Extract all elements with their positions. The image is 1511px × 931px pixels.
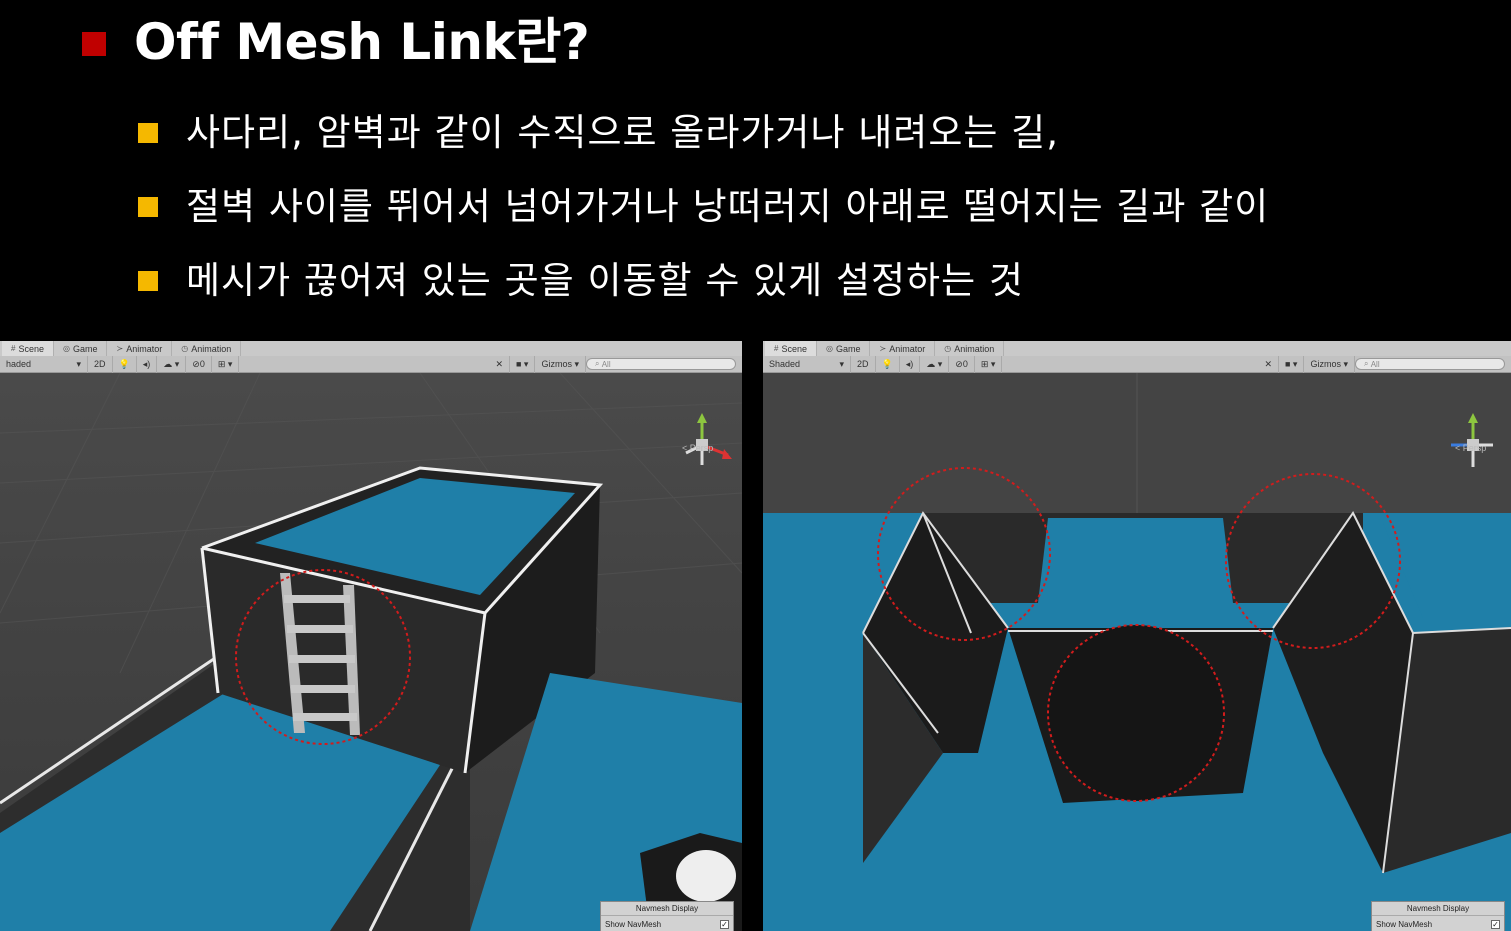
scene-search-input[interactable]: ⌕ All: [1355, 358, 1505, 370]
camera-settings-icon[interactable]: ■ ▾: [510, 355, 536, 373]
hidden-objects-toggle[interactable]: ⊘ 0: [186, 355, 212, 373]
show-navmesh-label: Show NavMesh: [1376, 919, 1433, 929]
gizmos-dropdown[interactable]: Gizmos ▾: [535, 355, 586, 373]
persp-label[interactable]: < Persp: [1455, 443, 1486, 453]
bullet-text: 절벽 사이를 뛰어서 넘어가거나 낭떠러지 아래로 떨어지는 길과 같이: [186, 185, 1270, 228]
title-bullet-square: [82, 32, 106, 56]
show-navmesh-row[interactable]: Show NavMesh ✓: [1372, 916, 1504, 931]
dropdown-arrow-icon: ▾: [839, 358, 844, 369]
effects-toggle-icon[interactable]: ☁ ▾: [920, 355, 950, 373]
show-navmesh-checkbox[interactable]: ✓: [720, 919, 729, 929]
shading-mode-dropdown[interactable]: Shaded ▾: [763, 355, 851, 373]
eye-slash-icon: ⊘: [192, 358, 200, 369]
eye-slash-icon: ⊘: [955, 358, 963, 369]
audio-toggle-icon[interactable]: ◂): [900, 355, 921, 373]
navmesh-display-panel: Navmesh Display Show NavMesh ✓: [1371, 901, 1505, 931]
bullet-item: 메시가 끊어져 있는 곳을 이동할 수 있게 설정하는 것: [138, 240, 1269, 314]
navmesh-panel-title: Navmesh Display: [1372, 902, 1504, 916]
tab-game[interactable]: ◎ Game: [54, 341, 108, 356]
search-icon: ⌕: [595, 359, 602, 368]
player-capsule: [676, 850, 736, 902]
navmesh-display-panel: Navmesh Display Show NavMesh ✓: [600, 901, 734, 931]
scene-icon: #: [774, 344, 779, 353]
scene-icon: #: [11, 344, 16, 353]
animator-icon: ≻: [116, 344, 124, 353]
bullet-square: [138, 123, 158, 143]
bullet-list: 사다리, 암벽과 같이 수직으로 올라가거나 내려오는 길, 절벽 사이를 뛰어…: [138, 92, 1269, 314]
animation-icon: ◷: [944, 344, 952, 353]
right-scene-view: # Scene ◎ Game ≻ Animator ◷ Animation Shaded…: [763, 341, 1511, 931]
bullet-text: 메시가 끊어져 있는 곳을 이동할 수 있게 설정하는 것: [186, 259, 1024, 302]
tab-animator[interactable]: ≻ Animator: [870, 341, 936, 356]
tab-scene[interactable]: # Scene: [765, 341, 817, 356]
show-navmesh-label: Show NavMesh: [605, 919, 662, 929]
highlight-circle: [1047, 624, 1225, 802]
hidden-objects-toggle[interactable]: ⊘ 0: [949, 355, 975, 373]
left-scene-view: # Scene ◎ Game ≻ Animator ◷ Animation haded ▾…: [0, 341, 742, 931]
persp-label[interactable]: < Persp: [682, 443, 713, 453]
bullet-square: [138, 197, 158, 217]
gizmos-dropdown[interactable]: Gizmos ▾: [1304, 355, 1355, 373]
show-navmesh-checkbox[interactable]: ✓: [1491, 919, 1500, 929]
scene-search-input[interactable]: ⌕ All: [586, 358, 736, 370]
shading-mode-dropdown[interactable]: haded ▾: [0, 355, 88, 373]
editor-tab-bar: # Scene ◎ Game ≻ Animator ◷ Animation: [763, 341, 1511, 356]
scene-toolbar: Shaded ▾ 2D 💡 ◂) ☁ ▾ ⊘ 0 ⊞ ▾ ✕ ■ ▾ Gizmos …: [763, 355, 1511, 373]
audio-toggle-icon[interactable]: ◂): [137, 355, 158, 373]
tab-game[interactable]: ◎ Game: [817, 341, 871, 356]
tab-scene[interactable]: # Scene: [2, 341, 54, 356]
game-icon: ◎: [62, 344, 70, 353]
2d-toggle[interactable]: 2D: [88, 355, 113, 373]
tab-animation[interactable]: ◷ Animation: [935, 341, 1005, 356]
grid-toggle-icon[interactable]: ⊞ ▾: [212, 355, 240, 373]
scene-viewport[interactable]: [763, 373, 1511, 931]
bullet-text: 사다리, 암벽과 같이 수직으로 올라가거나 내려오는 길,: [186, 111, 1059, 154]
grid-toggle-icon[interactable]: ⊞ ▾: [975, 355, 1003, 373]
scene-toolbar: haded ▾ 2D 💡 ◂) ☁ ▾ ⊘ 0 ⊞ ▾ ✕ ■ ▾ Gizmos ▾…: [0, 355, 742, 373]
lighting-toggle-icon[interactable]: 💡: [113, 355, 137, 373]
2d-toggle[interactable]: 2D: [851, 355, 876, 373]
tools-icon[interactable]: ✕: [1258, 355, 1279, 373]
editor-tab-bar: # Scene ◎ Game ≻ Animator ◷ Animation: [0, 341, 742, 356]
search-icon: ⌕: [1364, 359, 1371, 368]
show-navmesh-row[interactable]: Show NavMesh ✓: [601, 916, 733, 931]
game-icon: ◎: [825, 344, 833, 353]
effects-toggle-icon[interactable]: ☁ ▾: [157, 355, 187, 373]
lighting-toggle-icon[interactable]: 💡: [876, 355, 900, 373]
slide-title: Off Mesh Link란?: [134, 13, 590, 71]
tab-animator[interactable]: ≻ Animator: [107, 341, 173, 356]
dropdown-arrow-icon: ▾: [76, 358, 81, 369]
tools-icon[interactable]: ✕: [489, 355, 510, 373]
scene-viewport[interactable]: [0, 373, 742, 931]
tab-animation[interactable]: ◷ Animation: [172, 341, 242, 356]
bullet-item: 사다리, 암벽과 같이 수직으로 올라가거나 내려오는 길,: [138, 92, 1269, 166]
bullet-item: 절벽 사이를 뛰어서 넘어가거나 낭떠러지 아래로 떨어지는 길과 같이: [138, 166, 1269, 240]
far-navmesh: [1038, 518, 1233, 603]
navmesh-panel-title: Navmesh Display: [601, 902, 733, 916]
camera-settings-icon[interactable]: ■ ▾: [1279, 355, 1305, 373]
slide-title-row: Off Mesh Link란?: [82, 8, 590, 71]
animation-icon: ◷: [181, 344, 189, 353]
bullet-square: [138, 271, 158, 291]
animator-icon: ≻: [879, 344, 887, 353]
